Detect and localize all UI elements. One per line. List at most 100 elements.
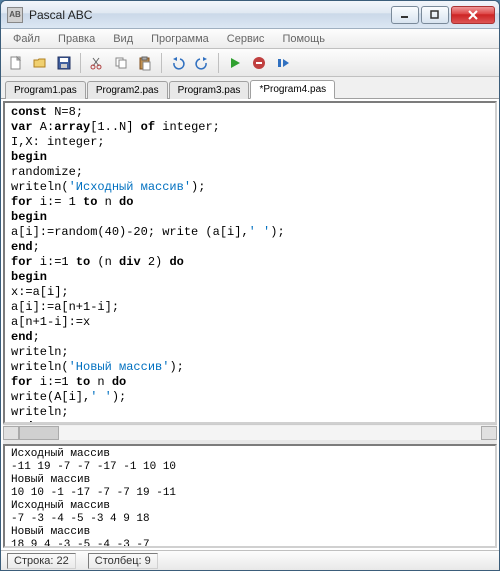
status-line-label: Строка: (14, 555, 53, 567)
status-line-value: 22 (57, 555, 69, 567)
keyword: var (11, 120, 33, 134)
keyword: of (141, 120, 155, 134)
new-file-icon (8, 55, 24, 71)
string-literal: ' ' (249, 225, 271, 239)
redo-button[interactable] (191, 52, 213, 74)
tab-program1[interactable]: Program1.pas (5, 81, 86, 99)
tab-program3[interactable]: Program3.pas (169, 81, 250, 99)
menu-file[interactable]: Файл (5, 31, 48, 47)
code-text: i:=1 (33, 375, 76, 389)
maximize-button[interactable] (421, 6, 449, 24)
tab-program2[interactable]: Program2.pas (87, 81, 168, 99)
keyword: begin (11, 270, 47, 284)
code-text: a[n+1-i]:=x (11, 315, 90, 329)
keyword: begin (11, 150, 47, 164)
statusbar: Строка: 22 Столбец: 9 (1, 550, 499, 570)
code-text: integer; (155, 120, 220, 134)
undo-button[interactable] (167, 52, 189, 74)
menu-edit[interactable]: Правка (50, 31, 103, 47)
code-text: x:=a[i]; (11, 285, 69, 299)
file-tabs: Program1.pas Program2.pas Program3.pas *… (1, 77, 499, 99)
minimize-button[interactable] (391, 6, 419, 24)
keyword: end (11, 330, 33, 344)
minimize-icon (400, 10, 410, 20)
output-panel[interactable]: Исходный массив -11 19 -7 -7 -17 -1 10 1… (3, 444, 497, 548)
toolbar (1, 49, 499, 77)
paste-button[interactable] (134, 52, 156, 74)
keyword: for (11, 375, 33, 389)
close-button[interactable] (451, 6, 495, 24)
cut-icon (89, 55, 105, 71)
status-col-label: Столбец: (95, 555, 142, 567)
step-icon (275, 55, 291, 71)
stop-icon (251, 55, 267, 71)
keyword: begin (11, 210, 47, 224)
code-text: ); (169, 360, 183, 374)
keyword: do (119, 195, 133, 209)
code-text: N=8; (47, 105, 83, 119)
status-line: Строка: 22 (7, 553, 76, 569)
save-button[interactable] (53, 52, 75, 74)
stop-button[interactable] (248, 52, 270, 74)
code-text: writeln; (11, 345, 69, 359)
toolbar-separator (218, 53, 219, 73)
output-line: -11 19 -7 -7 -17 -1 10 10 (11, 461, 176, 473)
code-text: A: (33, 120, 55, 134)
cut-button[interactable] (86, 52, 108, 74)
scroll-track[interactable] (19, 426, 481, 440)
menu-help[interactable]: Помощь (274, 31, 333, 47)
code-text: a[i]:=random(40)-20; write (a[i], (11, 225, 249, 239)
run-button[interactable] (224, 52, 246, 74)
redo-icon (194, 55, 210, 71)
window-title: Pascal ABC (29, 8, 391, 22)
output-line: -7 -3 -4 -5 -3 4 9 18 (11, 513, 150, 525)
keyword: end (11, 420, 33, 424)
keyword: to (76, 255, 90, 269)
code-text: . (33, 420, 40, 424)
code-text: n (97, 195, 119, 209)
string-literal: 'Новый массив' (69, 360, 170, 374)
new-button[interactable] (5, 52, 27, 74)
close-icon (467, 9, 479, 21)
code-text: writeln( (11, 360, 69, 374)
run-icon (227, 55, 243, 71)
horizontal-scrollbar[interactable] (3, 424, 497, 440)
menu-program[interactable]: Программа (143, 31, 217, 47)
output-line: Новый массив (11, 474, 90, 486)
keyword: do (169, 255, 183, 269)
code-text: a[i]:=a[n+1-i]; (11, 300, 119, 314)
editor-area: const N=8; var A:array[1..N] of integer;… (1, 99, 499, 550)
copy-button[interactable] (110, 52, 132, 74)
code-editor[interactable]: const N=8; var A:array[1..N] of integer;… (3, 101, 497, 424)
paste-icon (137, 55, 153, 71)
menu-service[interactable]: Сервис (219, 31, 273, 47)
string-literal: ' ' (90, 390, 112, 404)
code-text: [1..N] (90, 120, 140, 134)
save-disk-icon (56, 55, 72, 71)
scroll-thumb[interactable] (19, 426, 59, 440)
app-icon: AB (7, 7, 23, 23)
toolbar-separator (80, 53, 81, 73)
keyword: to (76, 375, 90, 389)
code-text: (n (90, 255, 119, 269)
keyword: do (112, 375, 126, 389)
code-text: ); (270, 225, 284, 239)
menu-view[interactable]: Вид (105, 31, 141, 47)
string-literal: 'Исходный массив' (69, 180, 191, 194)
menubar: Файл Правка Вид Программа Сервис Помощь (1, 29, 499, 49)
copy-icon (113, 55, 129, 71)
output-line: Исходный массив (11, 448, 110, 460)
open-folder-icon (32, 55, 48, 71)
window-buttons (391, 6, 495, 24)
code-text: ); (112, 390, 126, 404)
keyword: const (11, 105, 47, 119)
open-button[interactable] (29, 52, 51, 74)
scroll-right-arrow[interactable] (481, 426, 497, 440)
undo-icon (170, 55, 186, 71)
step-button[interactable] (272, 52, 294, 74)
titlebar[interactable]: AB Pascal ABC (1, 1, 499, 29)
output-line: 18 9 4 -3 -5 -4 -3 -7 (11, 539, 150, 548)
tab-program4[interactable]: *Program4.pas (250, 80, 335, 99)
app-window: AB Pascal ABC Файл Правка Вид Программа … (0, 0, 500, 571)
scroll-left-arrow[interactable] (3, 426, 19, 440)
